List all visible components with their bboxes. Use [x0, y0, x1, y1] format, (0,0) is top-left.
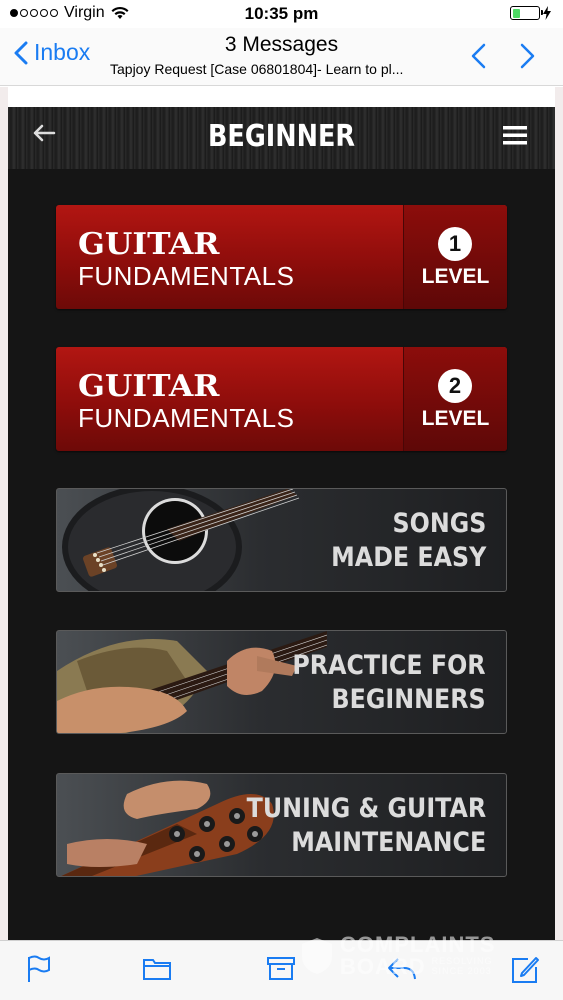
card-title: GUITAR [78, 227, 220, 262]
card-label-line-2: MAINTENANCE [290, 827, 486, 858]
archive-icon[interactable] [266, 955, 296, 981]
app-header: BEGINNER [8, 107, 555, 169]
folder-icon[interactable] [142, 955, 172, 981]
flag-icon[interactable] [26, 955, 52, 983]
email-body: BEGINNER GUITAR FUNDAMENTALS 1 LEVEL GUI… [0, 87, 563, 940]
card-label-line-2: BEGINNERS [331, 684, 486, 715]
reply-icon[interactable] [386, 955, 418, 981]
card-label: PRACTICE FOR BEGINNERS [293, 649, 486, 717]
level-number: 1 [438, 227, 472, 261]
card-subtitle: FUNDAMENTALS [78, 261, 295, 291]
card-label-line-1: SONGS [392, 508, 486, 539]
clock: 10:35 pm [244, 4, 319, 23]
level-badge: 2 LEVEL [403, 347, 507, 451]
charging-bolt-icon [543, 6, 551, 20]
email-top-margin [8, 87, 555, 107]
level-label: LEVEL [421, 265, 490, 288]
battery-icon [510, 6, 543, 20]
compose-icon[interactable] [510, 955, 540, 985]
message-subject: Tapjoy Request [Case 06801804]- Learn to… [110, 61, 404, 77]
tuning-and-maintenance-card[interactable]: TUNING & GUITAR MAINTENANCE [56, 773, 507, 877]
mail-toolbar [0, 940, 563, 1000]
mail-navigation-bar: Inbox 3 Messages Tapjoy Request [Case 06… [0, 28, 563, 86]
card-label-line-1: PRACTICE FOR [292, 650, 486, 681]
next-message-button[interactable] [518, 42, 538, 70]
guitar-fundamentals-level-1-card[interactable]: GUITAR FUNDAMENTALS 1 LEVEL [56, 205, 507, 309]
hamburger-menu-icon[interactable] [503, 125, 527, 145]
level-number: 2 [438, 369, 472, 403]
hand-on-fretboard-image [57, 631, 327, 733]
app-page-title: BEGINNER [207, 119, 356, 154]
card-label-line-2: MADE EASY [330, 542, 486, 573]
card-label: TUNING & GUITAR MAINTENANCE [246, 792, 486, 860]
level-label: LEVEL [421, 407, 490, 430]
card-title: GUITAR [78, 369, 220, 404]
level-badge: 1 LEVEL [403, 205, 507, 309]
acoustic-guitar-image [62, 489, 300, 591]
card-label: SONGS MADE EASY [331, 507, 486, 575]
battery-indicator [510, 6, 551, 20]
card-subtitle: FUNDAMENTALS [78, 403, 295, 433]
embedded-app-screen: BEGINNER GUITAR FUNDAMENTALS 1 LEVEL GUI… [8, 107, 555, 940]
guitar-fundamentals-level-2-card[interactable]: GUITAR FUNDAMENTALS 2 LEVEL [56, 347, 507, 451]
card-label-line-1: TUNING & GUITAR [246, 793, 486, 824]
status-bar: Virgin 10:35 pm [0, 0, 563, 28]
previous-message-button[interactable] [468, 42, 488, 70]
songs-made-easy-card[interactable]: SONGS MADE EASY [56, 488, 507, 592]
practice-for-beginners-card[interactable]: PRACTICE FOR BEGINNERS [56, 630, 507, 734]
